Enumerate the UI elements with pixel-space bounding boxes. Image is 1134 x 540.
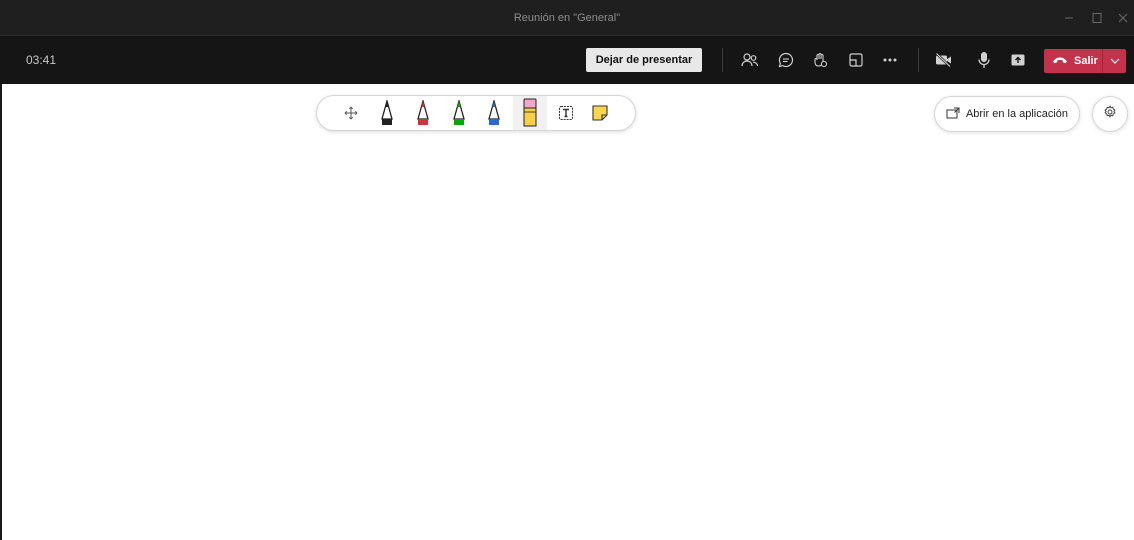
eraser-icon[interactable] <box>518 96 542 130</box>
whiteboard-toolbar <box>316 95 636 131</box>
sticky-note-icon[interactable] <box>589 96 611 130</box>
pen-black-icon[interactable] <box>376 96 398 130</box>
chevron-down-icon[interactable] <box>1104 49 1126 73</box>
leave-button[interactable]: Salir <box>1044 49 1126 73</box>
open-in-app-label: Abrir en la aplicación <box>965 108 1069 120</box>
window-title-bar: Reunión en "General" <box>0 0 1134 36</box>
divider <box>1102 49 1103 73</box>
close-icon[interactable] <box>1112 8 1134 28</box>
pen-red-icon[interactable] <box>412 96 434 130</box>
rooms-icon[interactable] <box>846 50 866 70</box>
stop-presenting-button[interactable]: Dejar de presentar <box>586 48 702 72</box>
open-in-app-button[interactable]: Abrir en la aplicación <box>934 96 1080 132</box>
gear-icon <box>1103 104 1117 124</box>
meeting-controls-bar: 03:41 Dejar de presentar Salir <box>0 36 1134 84</box>
meeting-timer: 03:41 <box>26 53 57 67</box>
chat-icon[interactable] <box>776 50 796 70</box>
move-tool-icon[interactable] <box>341 96 361 130</box>
leave-label: Salir <box>1074 55 1098 67</box>
whiteboard-settings-button[interactable] <box>1092 96 1128 132</box>
more-icon[interactable] <box>880 50 900 70</box>
pen-green-icon[interactable] <box>448 96 470 130</box>
open-external-icon <box>946 107 960 122</box>
share-tray-icon[interactable] <box>1008 50 1028 70</box>
whiteboard-canvas[interactable] <box>0 84 1134 540</box>
camera-off-icon[interactable] <box>934 50 954 70</box>
pen-blue-icon[interactable] <box>483 96 505 130</box>
microphone-icon[interactable] <box>974 50 994 70</box>
divider <box>722 48 723 72</box>
hang-up-icon <box>1052 55 1068 68</box>
reactions-icon[interactable] <box>810 50 830 70</box>
participants-icon[interactable] <box>740 50 760 70</box>
divider <box>918 48 919 72</box>
minimize-icon[interactable] <box>1058 8 1080 28</box>
text-tool-icon[interactable] <box>555 96 577 130</box>
maximize-icon[interactable] <box>1086 8 1108 28</box>
window-title: Reunión en "General" <box>513 12 621 24</box>
